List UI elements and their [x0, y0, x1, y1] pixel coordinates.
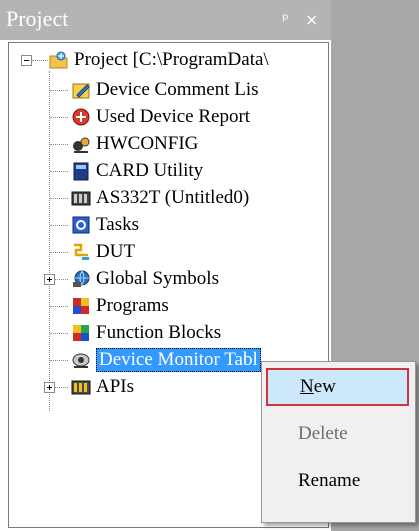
menu-item-rename[interactable]: Rename [266, 462, 409, 500]
tree-item-label: Global Symbols [96, 268, 219, 289]
menu-item-new[interactable]: New [266, 368, 409, 406]
tree-item-function-blocks[interactable]: Function Blocks [71, 320, 221, 346]
dut-icon [71, 242, 91, 262]
tree-item-label: Used Device Report [96, 106, 251, 127]
root-collapse-icon[interactable] [21, 55, 32, 66]
mnemonic-new: N [300, 376, 314, 397]
close-icon[interactable]: × [305, 10, 318, 29]
card-utility-icon [71, 161, 91, 181]
tree-item-device-comment-list[interactable]: Device Comment Lis [71, 77, 259, 103]
tree-item-label: APIs [96, 376, 135, 397]
menu-item-new-label: New [300, 376, 336, 397]
tree-item-tasks[interactable]: Tasks [71, 212, 139, 238]
tree-item-label: Device Monitor Tabl [96, 348, 261, 372]
global-symbols-expand-icon[interactable] [44, 274, 55, 285]
context-menu: New Delete Rename [261, 361, 416, 523]
tree-item-hwconfig[interactable]: HWCONFIG [71, 131, 198, 157]
apis-expand-icon[interactable] [44, 382, 55, 393]
tree-item-label: AS332T (Untitled0) [96, 187, 250, 208]
tree-item-label: Programs [96, 295, 169, 316]
tree-item-apis[interactable]: APIs [71, 374, 134, 400]
programs-icon [71, 296, 91, 316]
global-symbols-icon [71, 269, 91, 289]
hwconfig-icon [71, 134, 91, 154]
project-folder-icon [49, 50, 69, 70]
tree-item-dut[interactable]: DUT [71, 239, 135, 265]
menu-item-rename-label: Rename [298, 470, 361, 491]
tree-item-used-device-report[interactable]: Used Device Report [71, 104, 250, 130]
tree-item-global-symbols[interactable]: Global Symbols [71, 266, 219, 292]
function-blocks-icon [71, 323, 91, 343]
tree-root-label: Project [C:\ProgramData\ [74, 49, 269, 70]
device-monitor-icon [71, 350, 91, 370]
used-device-report-icon [71, 107, 91, 127]
tree-root-project[interactable]: Project [C:\ProgramData\ [49, 47, 269, 73]
tree-item-label: Function Blocks [96, 322, 222, 343]
tree-item-label: Device Comment Lis [96, 79, 259, 100]
device-comment-icon [71, 80, 91, 100]
plc-device-icon [71, 188, 91, 208]
tree-item-label: CARD Utility [96, 160, 204, 181]
apis-icon [71, 377, 91, 397]
tasks-icon [71, 215, 91, 235]
menu-item-delete-label: Delete [298, 423, 348, 444]
panel-titlebar: Project ᵖ × [0, 0, 331, 40]
menu-item-delete: Delete [266, 415, 409, 453]
tree-item-programs[interactable]: Programs [71, 293, 169, 319]
tree-item-label: Tasks [96, 214, 140, 235]
tree-item-card-utility[interactable]: CARD Utility [71, 158, 203, 184]
tree-item-label: HWCONFIG [96, 133, 199, 154]
tree-item-label: DUT [96, 241, 136, 262]
tree-item-plc-device[interactable]: AS332T (Untitled0) [71, 185, 249, 211]
pin-icon[interactable]: ᵖ [282, 10, 289, 29]
panel-title: Project [6, 6, 69, 31]
tree-item-device-monitor-table[interactable]: Device Monitor Tabl [71, 347, 261, 373]
